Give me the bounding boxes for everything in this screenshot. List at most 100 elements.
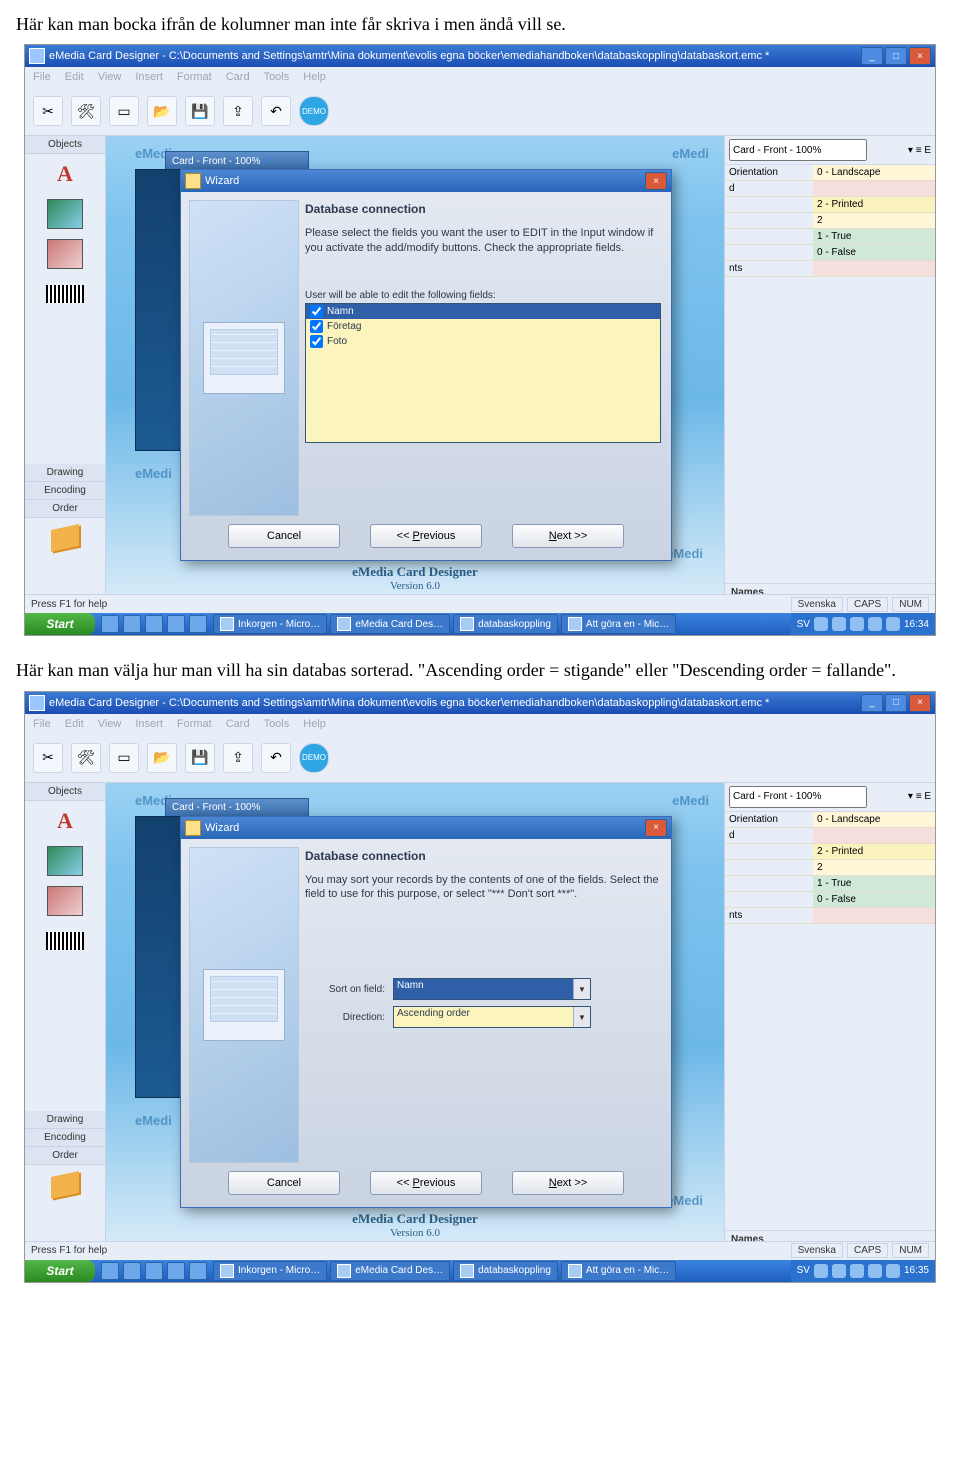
tray-icon[interactable] (868, 1264, 882, 1278)
section-encoding[interactable]: Encoding (25, 482, 105, 500)
section-order[interactable]: Order (25, 500, 105, 518)
minimize-button[interactable]: _ (861, 47, 883, 65)
menu-insert[interactable]: Insert (135, 718, 163, 730)
quicklaunch-icon[interactable] (123, 615, 141, 633)
tool-save-icon[interactable]: 💾 (185, 743, 215, 773)
field-checkbox[interactable] (310, 335, 323, 348)
taskbar-item[interactable]: eMedia Card Des… (330, 614, 450, 634)
chevron-down-icon[interactable]: ▼ (573, 1007, 590, 1027)
prop-value[interactable] (813, 261, 935, 276)
section-objects[interactable]: Objects (25, 783, 105, 801)
tool-image-icon[interactable] (47, 199, 83, 229)
tool-demo-icon[interactable]: DEMO (299, 96, 329, 126)
card-tab[interactable]: Card - Front - 100% (165, 151, 309, 171)
cancel-button[interactable]: Cancel (228, 1171, 340, 1195)
quicklaunch-icon[interactable] (167, 615, 185, 633)
menu-file[interactable]: File (33, 71, 51, 83)
field-checkbox[interactable] (310, 305, 323, 318)
menu-card[interactable]: Card (226, 71, 250, 83)
tool-undo-icon[interactable]: ↶ (261, 96, 291, 126)
tool-export-icon[interactable]: ⇪ (223, 743, 253, 773)
prop-value[interactable]: 2 - Printed (813, 844, 935, 859)
tray-icon[interactable] (886, 1264, 900, 1278)
tool-scissors-icon[interactable]: ✂ (33, 96, 63, 126)
menu-help[interactable]: Help (303, 718, 326, 730)
menu-edit[interactable]: Edit (65, 718, 84, 730)
tool-wrench-icon[interactable]: 🛠 (71, 96, 101, 126)
tray-icon[interactable] (886, 617, 900, 631)
close-button[interactable]: × (909, 47, 931, 65)
menu-file[interactable]: File (33, 718, 51, 730)
close-button[interactable]: × (909, 694, 931, 712)
tool-barcode-icon[interactable] (46, 285, 84, 303)
prop-value[interactable] (813, 181, 935, 196)
tool-save-icon[interactable]: 💾 (185, 96, 215, 126)
quicklaunch-icon[interactable] (123, 1262, 141, 1280)
menu-edit[interactable]: Edit (65, 71, 84, 83)
previous-button[interactable]: << Previous (370, 1171, 482, 1195)
tray-icon[interactable] (868, 617, 882, 631)
maximize-button[interactable]: □ (885, 47, 907, 65)
tray-icon[interactable] (850, 617, 864, 631)
tool-export-icon[interactable]: ⇪ (223, 96, 253, 126)
tray-icon[interactable] (832, 1264, 846, 1278)
tool-new-icon[interactable]: ▭ (109, 743, 139, 773)
menu-format[interactable]: Format (177, 71, 212, 83)
menu-format[interactable]: Format (177, 718, 212, 730)
quicklaunch-icon[interactable] (101, 615, 119, 633)
taskbar-item[interactable]: databaskoppling (453, 614, 558, 634)
language-indicator[interactable]: SV (797, 619, 810, 630)
taskbar-item[interactable]: Inkorgen - Micro… (213, 614, 327, 634)
tray-icon[interactable] (814, 617, 828, 631)
tool-barcode-icon[interactable] (46, 932, 84, 950)
tool-open-icon[interactable]: 📂 (147, 96, 177, 126)
dialog-close-button[interactable]: × (645, 819, 667, 837)
tool-order-icon[interactable] (51, 524, 79, 552)
quicklaunch-icon[interactable] (101, 1262, 119, 1280)
tool-open-icon[interactable]: 📂 (147, 743, 177, 773)
section-order[interactable]: Order (25, 1147, 105, 1165)
menu-view[interactable]: View (98, 718, 122, 730)
tool-photo-icon[interactable] (47, 239, 83, 269)
prop-value[interactable]: 0 - False (813, 245, 935, 260)
start-button[interactable]: Start (25, 1260, 95, 1282)
taskbar-item[interactable]: Att göra en - Mic… (561, 1261, 676, 1281)
dialog-close-button[interactable]: × (645, 172, 667, 190)
prop-value[interactable]: 2 (813, 213, 935, 228)
quicklaunch-icon[interactable] (189, 1262, 207, 1280)
next-button[interactable]: Next >> (512, 524, 624, 548)
taskbar-item[interactable]: Inkorgen - Micro… (213, 1261, 327, 1281)
previous-button[interactable]: << Previous (370, 524, 482, 548)
tray-icon[interactable] (850, 1264, 864, 1278)
prop-value[interactable]: 2 (813, 860, 935, 875)
prop-value[interactable]: 0 - False (813, 892, 935, 907)
tool-photo-icon[interactable] (47, 886, 83, 916)
tool-new-icon[interactable]: ▭ (109, 96, 139, 126)
language-cell[interactable]: Svenska (791, 1243, 843, 1258)
quicklaunch-icon[interactable] (167, 1262, 185, 1280)
direction-combo[interactable]: Ascending order▼ (393, 1006, 591, 1028)
tool-text-icon[interactable]: A (57, 161, 73, 187)
sort-field-combo[interactable]: Namn▼ (393, 978, 591, 1000)
taskbar-item[interactable]: eMedia Card Des… (330, 1261, 450, 1281)
section-objects[interactable]: Objects (25, 136, 105, 154)
tool-text-icon[interactable]: A (57, 808, 73, 834)
quicklaunch-icon[interactable] (145, 615, 163, 633)
section-drawing[interactable]: Drawing (25, 464, 105, 482)
taskbar-item[interactable]: Att göra en - Mic… (561, 614, 676, 634)
menu-tools[interactable]: Tools (264, 718, 290, 730)
prop-value[interactable]: 2 - Printed (813, 197, 935, 212)
prop-value[interactable]: 0 - Landscape (813, 812, 935, 827)
prop-value[interactable] (813, 908, 935, 923)
tool-undo-icon[interactable]: ↶ (261, 743, 291, 773)
card-tab[interactable]: Card - Front - 100% (165, 798, 309, 818)
tray-icon[interactable] (832, 617, 846, 631)
tool-order-icon[interactable] (51, 1171, 79, 1199)
prop-value[interactable] (813, 828, 935, 843)
quicklaunch-icon[interactable] (189, 615, 207, 633)
quicklaunch-icon[interactable] (145, 1262, 163, 1280)
tool-wrench-icon[interactable]: 🛠 (71, 743, 101, 773)
chevron-down-icon[interactable]: ▼ (573, 979, 590, 999)
tool-scissors-icon[interactable]: ✂ (33, 743, 63, 773)
cancel-button[interactable]: Cancel (228, 524, 340, 548)
